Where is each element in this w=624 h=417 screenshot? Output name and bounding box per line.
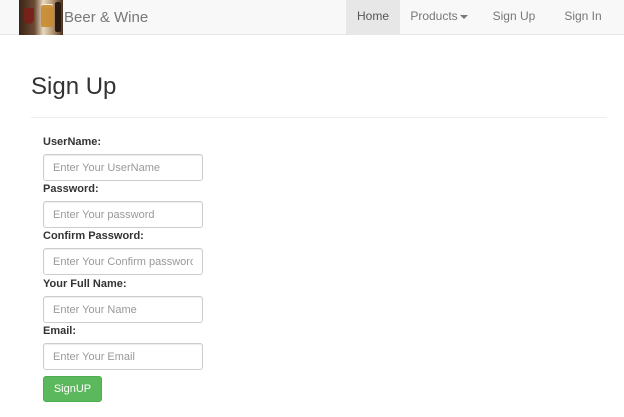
nav-item-sign-up[interactable]: Sign Up [478, 0, 550, 34]
sign-up-button[interactable]: SignUP [43, 376, 102, 402]
full-name-input[interactable] [43, 296, 203, 323]
beer-wine-logo-icon [19, 0, 63, 35]
nav-item-products-label: Products [410, 9, 458, 23]
email-input[interactable] [43, 343, 203, 370]
confirm-password-label: Confirm Password: [43, 230, 144, 242]
nav-menu: Home Products Sign Up Sign In [346, 0, 624, 34]
password-label: Password: [43, 183, 99, 195]
caret-down-icon [459, 14, 468, 19]
brand-link[interactable]: Beer & Wine [19, 0, 148, 35]
confirm-password-input[interactable] [43, 248, 203, 275]
username-label: UserName: [43, 136, 102, 148]
email-label: Email: [43, 325, 77, 337]
password-input[interactable] [43, 201, 203, 228]
username-input[interactable] [43, 154, 203, 181]
nav-item-products[interactable]: Products [400, 0, 478, 34]
full-name-label: Your Full Name: [43, 278, 127, 290]
brand-name: Beer & Wine [64, 9, 149, 26]
nav-item-home[interactable]: Home [346, 0, 400, 34]
title-divider [31, 117, 607, 118]
nav-item-sign-in[interactable]: Sign In [550, 0, 616, 34]
page-title: Sign Up [31, 73, 117, 100]
navbar: Beer & Wine Home Products Sign Up Sign I… [0, 0, 624, 35]
